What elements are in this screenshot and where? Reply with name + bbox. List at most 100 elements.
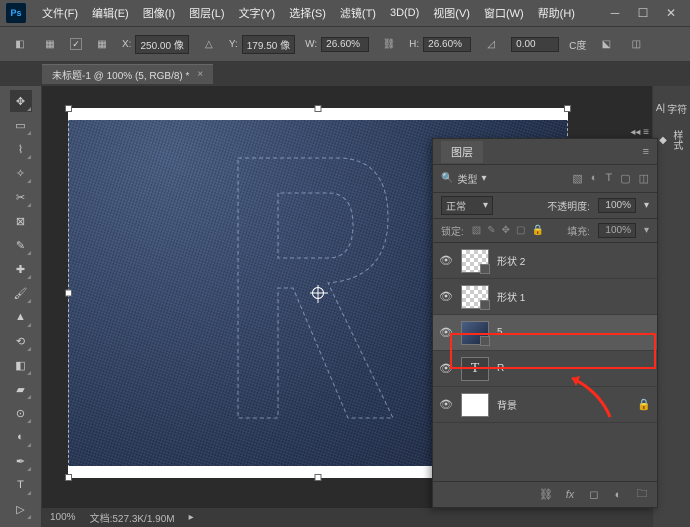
lock-icon: 🔒	[637, 398, 651, 411]
link-wh-icon[interactable]: ⛓	[379, 34, 399, 54]
layer-row[interactable]: 👁 T R	[433, 351, 657, 387]
w-label: W:	[305, 39, 317, 50]
reference-point-icon[interactable]: ▦	[40, 34, 60, 54]
maximize-icon[interactable]: ☐	[636, 6, 650, 20]
close-icon[interactable]: ✕	[664, 6, 678, 20]
layer-name[interactable]: 形状 1	[497, 289, 525, 304]
lock-pixels-icon[interactable]: ▧	[472, 225, 481, 236]
panel-menu-icon[interactable]: ≡	[643, 146, 649, 158]
layer-row-selected[interactable]: 👁 5	[433, 315, 657, 351]
filter-smart-icon[interactable]: ◫	[639, 172, 649, 185]
visibility-icon[interactable]: 👁	[439, 254, 453, 267]
fill-input[interactable]: 100%	[598, 223, 636, 238]
grid-icon[interactable]: ▦	[92, 34, 112, 54]
brush-tool[interactable]: 🖌	[10, 282, 32, 304]
marquee-tool[interactable]: ▭	[10, 114, 32, 136]
status-expand-icon[interactable]: ▸	[189, 512, 194, 523]
layer-name[interactable]: 形状 2	[497, 253, 525, 268]
visibility-icon[interactable]: 👁	[439, 362, 453, 375]
adjustment-icon[interactable]: ◐	[611, 488, 625, 502]
layer-thumb[interactable]	[461, 393, 489, 417]
stamp-tool[interactable]: ▲	[10, 306, 32, 328]
filter-pixel-icon[interactable]: ▧	[572, 172, 582, 185]
layer-row[interactable]: 👁 背景 🔒	[433, 387, 657, 423]
blend-mode-select[interactable]: 正常▾	[441, 196, 493, 215]
menu-edit[interactable]: 编辑(E)	[86, 2, 135, 24]
group-icon[interactable]: 🗀	[635, 488, 649, 502]
lock-position-icon[interactable]: ✥	[502, 225, 510, 236]
swap-xy-icon[interactable]: △	[199, 34, 219, 54]
layer-name[interactable]: 背景	[497, 397, 517, 412]
healing-tool[interactable]: ✚	[10, 258, 32, 280]
window-controls: ─ ☐ ✕	[608, 6, 684, 20]
filter-type-icon[interactable]: T	[605, 172, 612, 185]
tab-close-icon[interactable]: ×	[197, 69, 203, 80]
type-layer-icon[interactable]: T	[461, 357, 489, 381]
layer-name[interactable]: R	[497, 363, 504, 374]
blur-tool[interactable]: ⊙	[10, 402, 32, 424]
angle-input[interactable]: 0.00	[511, 37, 559, 52]
layers-footer: ⛓ fx ◻ ◐ 🗀	[433, 481, 657, 507]
h-input[interactable]: 26.60%	[423, 37, 471, 52]
zoom-level[interactable]: 100%	[50, 512, 76, 523]
layer-row[interactable]: 👁 形状 2	[433, 243, 657, 279]
lasso-tool[interactable]: ⌇	[10, 138, 32, 160]
y-input[interactable]: 179.50 像	[242, 35, 295, 54]
layer-name[interactable]: 5	[497, 327, 503, 338]
dock-character[interactable]: A|字符	[654, 98, 689, 119]
path-tool[interactable]: ▷	[10, 498, 32, 520]
crop-tool[interactable]: ✂	[10, 186, 32, 208]
lock-all-icon[interactable]: 🔒	[531, 225, 543, 236]
history-brush-tool[interactable]: ⟲	[10, 330, 32, 352]
eyedropper-tool[interactable]: ✎	[10, 234, 32, 256]
gradient-tool[interactable]: ▰	[10, 378, 32, 400]
menu-help[interactable]: 帮助(H)	[532, 2, 581, 24]
document-tab[interactable]: 未标题-1 @ 100% (5, RGB/8) * ×	[42, 64, 213, 84]
menu-3d[interactable]: 3D(D)	[384, 4, 425, 22]
x-input[interactable]: 250.00 像	[135, 35, 188, 54]
filter-shape-icon[interactable]: ▢	[620, 172, 630, 185]
lock-label: 锁定:	[441, 223, 464, 238]
eraser-tool[interactable]: ◧	[10, 354, 32, 376]
opacity-input[interactable]: 100%	[598, 198, 636, 213]
layers-tab[interactable]: 图层	[441, 141, 483, 163]
menu-layer[interactable]: 图层(L)	[183, 2, 230, 24]
menu-type[interactable]: 文字(Y)	[233, 2, 282, 24]
lock-brush-icon[interactable]: ✎	[487, 225, 495, 236]
skew-icon[interactable]: ⬕	[596, 34, 616, 54]
warp-icon[interactable]: ◫	[626, 34, 646, 54]
layer-filter-type[interactable]: 🔍 类型 ▾	[441, 171, 486, 186]
menu-view[interactable]: 视图(V)	[427, 2, 476, 24]
toggle-reference[interactable]: ✓	[70, 38, 82, 50]
link-layers-icon[interactable]: ⛓	[539, 488, 553, 502]
menu-window[interactable]: 窗口(W)	[478, 2, 530, 24]
frame-tool[interactable]: ⊠	[10, 210, 32, 232]
type-tool[interactable]: T	[10, 474, 32, 496]
menu-select[interactable]: 选择(S)	[283, 2, 332, 24]
magic-wand-tool[interactable]: ✧	[10, 162, 32, 184]
visibility-icon[interactable]: 👁	[439, 398, 453, 411]
w-input[interactable]: 26.60%	[321, 37, 369, 52]
fx-icon[interactable]: fx	[563, 488, 577, 502]
visibility-icon[interactable]: 👁	[439, 290, 453, 303]
menu-file[interactable]: 文件(F)	[36, 2, 84, 24]
filter-adjust-icon[interactable]: ◐	[591, 172, 598, 185]
layer-thumb[interactable]	[461, 285, 489, 309]
dodge-tool[interactable]: ◐	[10, 426, 32, 448]
mask-icon[interactable]: ◻	[587, 488, 601, 502]
move-tool[interactable]: ✥	[10, 90, 32, 112]
layer-thumb[interactable]	[461, 321, 489, 345]
panel-collapse-icon[interactable]: ◂◂ ≡	[630, 127, 649, 138]
layer-thumb[interactable]	[461, 249, 489, 273]
minimize-icon[interactable]: ─	[608, 6, 622, 20]
opacity-label: 不透明度:	[547, 198, 590, 213]
visibility-icon[interactable]: 👁	[439, 326, 453, 339]
layers-panel: ◂◂ ≡ 图层 ≡ 🔍 类型 ▾ ▧ ◐ T ▢ ◫ 正常▾ 不透明度: 100…	[432, 138, 658, 508]
menu-image[interactable]: 图像(I)	[137, 2, 181, 24]
dock-styles[interactable]: ◆样式	[657, 127, 686, 153]
lock-artboard-icon[interactable]: ▢	[516, 225, 525, 236]
tool-preset-icon[interactable]: ◧	[10, 34, 30, 54]
layer-row[interactable]: 👁 形状 1	[433, 279, 657, 315]
pen-tool[interactable]: ✒	[10, 450, 32, 472]
menu-filter[interactable]: 滤镜(T)	[334, 2, 382, 24]
